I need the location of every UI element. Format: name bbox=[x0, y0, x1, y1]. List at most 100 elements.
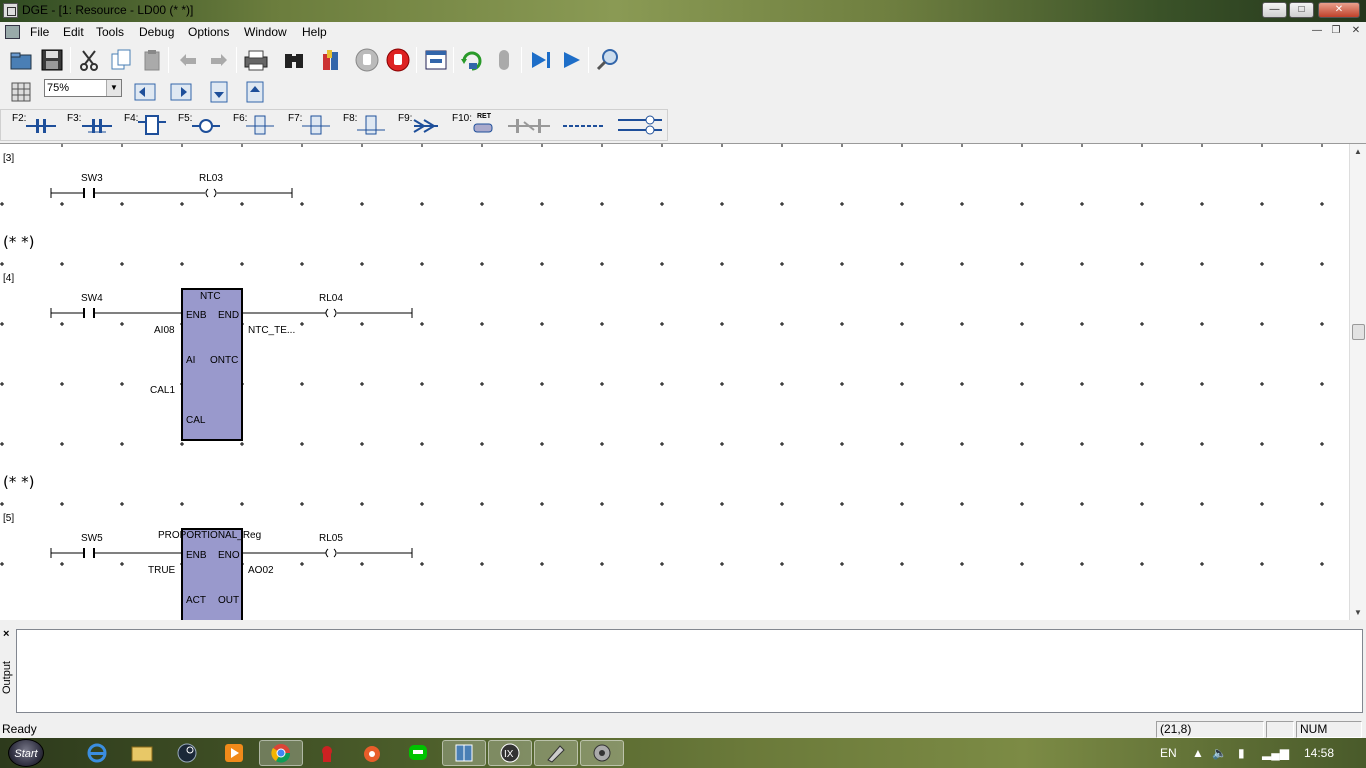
contact-parallel-icon[interactable] bbox=[82, 114, 112, 136]
scroll-down-icon[interactable]: ▼ bbox=[1350, 605, 1366, 620]
copy-icon[interactable] bbox=[107, 46, 135, 74]
horizontal-wire-icon[interactable] bbox=[563, 114, 605, 136]
contact-label[interactable]: SW3 bbox=[81, 173, 103, 184]
insert-row-icon[interactable] bbox=[205, 78, 233, 106]
minimize-button[interactable]: — bbox=[1262, 2, 1287, 18]
ld-editor-canvas[interactable]: [3] SW3 RL03 (* *) [4] SW4 RL04 NTC ENB … bbox=[0, 143, 1366, 620]
battery-icon[interactable]: ▮ bbox=[1238, 746, 1245, 760]
insert-block-parallel-icon[interactable] bbox=[357, 114, 385, 136]
start-button[interactable]: Start bbox=[8, 739, 44, 767]
insert-column-left-icon[interactable] bbox=[131, 78, 159, 106]
undo-icon[interactable] bbox=[174, 46, 202, 74]
network-icon[interactable] bbox=[442, 740, 486, 766]
vertical-scrollbar[interactable]: ▲ ▼ bbox=[1349, 144, 1366, 620]
input-variable[interactable]: CAL1 bbox=[150, 385, 175, 396]
zoom-select[interactable]: 75% ▼ bbox=[44, 79, 122, 97]
mdi-restore-button[interactable]: ❐ bbox=[1328, 25, 1344, 39]
ie-icon[interactable] bbox=[75, 740, 119, 766]
status-pane-empty bbox=[1266, 721, 1294, 738]
game-icon[interactable] bbox=[305, 740, 349, 766]
stop-hand-icon[interactable] bbox=[353, 46, 381, 74]
menu-file[interactable]: File bbox=[30, 25, 49, 39]
menu-tools[interactable]: Tools bbox=[96, 25, 124, 39]
main-toolbar bbox=[0, 44, 630, 76]
output-variable[interactable]: AO02 bbox=[248, 565, 274, 576]
menu-debug[interactable]: Debug bbox=[139, 25, 174, 39]
scroll-up-icon[interactable]: ▲ bbox=[1350, 144, 1366, 160]
window-icon[interactable] bbox=[422, 46, 450, 74]
insert-block-before-icon[interactable] bbox=[246, 114, 274, 136]
close-button[interactable]: ✕ bbox=[1318, 2, 1360, 18]
coil-label[interactable]: RL05 bbox=[319, 533, 343, 544]
refresh-icon[interactable] bbox=[458, 46, 486, 74]
function-block-icon[interactable] bbox=[138, 114, 166, 136]
step-icon[interactable] bbox=[527, 46, 555, 74]
menu-options[interactable]: Options bbox=[188, 25, 229, 39]
menu-help[interactable]: Help bbox=[302, 25, 327, 39]
coil-label[interactable]: RL03 bbox=[199, 173, 223, 184]
stop-red-icon[interactable] bbox=[384, 46, 412, 74]
volume-icon[interactable]: 🔈 bbox=[1212, 746, 1227, 760]
menu-window[interactable]: Window bbox=[244, 25, 287, 39]
mdi-close-button[interactable]: ✕ bbox=[1348, 25, 1364, 39]
jump-icon[interactable] bbox=[412, 114, 440, 136]
delete-row-icon[interactable] bbox=[241, 78, 269, 106]
signal-icon[interactable]: ▂▄▆ bbox=[1262, 746, 1289, 760]
chevron-down-icon[interactable]: ▼ bbox=[106, 80, 121, 96]
close-icon[interactable]: × bbox=[3, 628, 9, 640]
app-icon[interactable] bbox=[350, 740, 394, 766]
mdi-minimize-button[interactable]: — bbox=[1309, 25, 1325, 39]
media-player-icon[interactable] bbox=[212, 740, 256, 766]
library-icon[interactable] bbox=[317, 46, 345, 74]
return-icon[interactable] bbox=[472, 114, 494, 136]
menu-edit[interactable]: Edit bbox=[63, 25, 84, 39]
output-tab[interactable]: Output bbox=[1, 661, 13, 694]
coil-icon[interactable] bbox=[192, 114, 220, 136]
function-block-proportional[interactable] bbox=[181, 528, 243, 620]
app-icon[interactable] bbox=[3, 3, 18, 18]
redo-icon[interactable] bbox=[205, 46, 233, 74]
cut-icon[interactable] bbox=[75, 46, 103, 74]
contact-label[interactable]: SW5 bbox=[81, 533, 103, 544]
chevron-up-icon[interactable]: ▲ bbox=[1192, 746, 1204, 760]
chrome-icon[interactable] bbox=[259, 740, 303, 766]
insert-block-after-icon[interactable] bbox=[302, 114, 330, 136]
contact-series-icon[interactable] bbox=[26, 114, 56, 136]
maximize-button[interactable]: □ bbox=[1289, 2, 1314, 18]
steam-icon[interactable] bbox=[165, 740, 209, 766]
rung-comment[interactable]: (* *) bbox=[3, 473, 34, 491]
find-icon[interactable] bbox=[280, 46, 308, 74]
rung-number: [3] bbox=[3, 153, 15, 164]
dge-icon[interactable] bbox=[534, 740, 578, 766]
insert-column-right-icon[interactable] bbox=[167, 78, 195, 106]
explorer-icon[interactable] bbox=[120, 740, 164, 766]
print-icon[interactable] bbox=[242, 46, 270, 74]
dge2-icon[interactable] bbox=[580, 740, 624, 766]
run-icon[interactable] bbox=[558, 46, 586, 74]
coil-label[interactable]: RL04 bbox=[319, 293, 343, 304]
contact-label[interactable]: SW4 bbox=[81, 293, 103, 304]
variable-list-icon[interactable] bbox=[618, 114, 662, 136]
taskbar: Start IX EN ▲ 🔈 ▮ ▂▄▆ 14:58 bbox=[0, 738, 1366, 768]
grid-icon[interactable] bbox=[7, 78, 35, 106]
ix-icon[interactable]: IX bbox=[488, 740, 532, 766]
language-indicator[interactable]: EN bbox=[1160, 746, 1177, 760]
wire-switch-icon[interactable] bbox=[508, 114, 550, 136]
rung-comment[interactable]: (* *) bbox=[3, 233, 34, 251]
rung-3-wire bbox=[50, 188, 293, 198]
rung-number: [4] bbox=[3, 273, 15, 284]
clock[interactable]: 14:58 bbox=[1304, 746, 1334, 760]
scroll-thumb[interactable] bbox=[1352, 324, 1365, 340]
open-folder-icon[interactable] bbox=[7, 46, 35, 74]
document-icon[interactable] bbox=[5, 25, 20, 39]
save-icon[interactable] bbox=[38, 46, 66, 74]
zoom-search-icon[interactable] bbox=[594, 46, 622, 74]
paste-icon[interactable] bbox=[138, 46, 166, 74]
output-variable[interactable]: NTC_TE... bbox=[248, 325, 295, 336]
line-icon[interactable] bbox=[396, 740, 440, 766]
input-variable[interactable]: TRUE bbox=[148, 565, 175, 576]
zoom-value: 75% bbox=[47, 82, 70, 94]
input-variable[interactable]: AI08 bbox=[154, 325, 175, 336]
output-textarea[interactable] bbox=[16, 629, 1363, 713]
disabled-icon[interactable] bbox=[490, 46, 518, 74]
